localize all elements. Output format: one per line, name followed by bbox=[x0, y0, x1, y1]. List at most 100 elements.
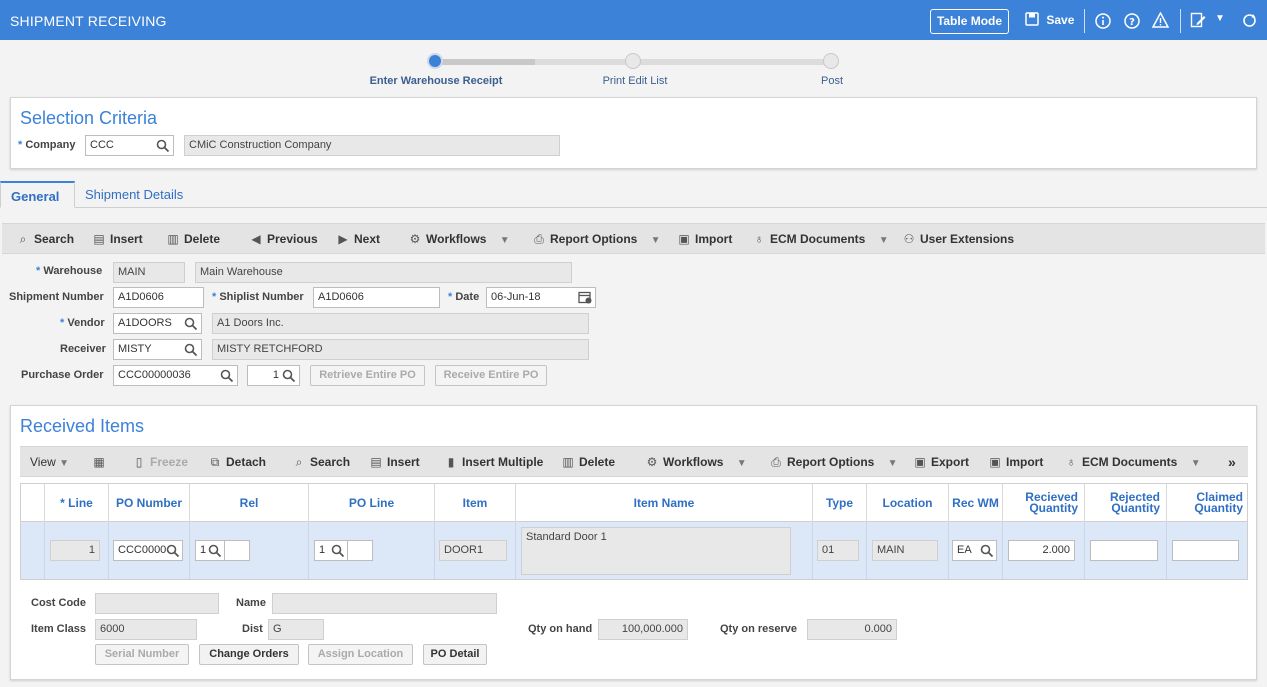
step-dot-3[interactable] bbox=[823, 53, 839, 69]
delete-button[interactable]: ▥ Delete bbox=[166, 224, 220, 254]
purchase-order-field[interactable]: CCC00000036 bbox=[113, 365, 238, 386]
chevron-down-icon[interactable]: ▼ bbox=[888, 458, 898, 469]
vendor-name-field: A1 Doors Inc. bbox=[212, 313, 589, 334]
freeze-button[interactable]: ▯ Freeze bbox=[132, 447, 188, 477]
report-options-button[interactable]: ⎙ Report Options ▼ bbox=[532, 224, 661, 254]
change-orders-button[interactable]: Change Orders bbox=[199, 644, 299, 665]
received-quantity-field[interactable]: 2.000 bbox=[1008, 540, 1075, 561]
chevron-down-icon[interactable]: ▼ bbox=[651, 235, 661, 246]
overflow-chevron-icon[interactable]: » bbox=[1228, 447, 1236, 477]
export-button[interactable]: ▣ Export bbox=[913, 447, 969, 477]
row-selector[interactable] bbox=[21, 522, 45, 579]
cell-item: DOOR1 bbox=[435, 522, 516, 579]
step-dot-1[interactable] bbox=[427, 53, 443, 69]
save-button[interactable]: Save bbox=[1025, 12, 1074, 27]
col-po-number[interactable]: PO Number bbox=[109, 484, 190, 522]
search-icon[interactable] bbox=[166, 544, 180, 558]
step-label-post[interactable]: Post bbox=[800, 75, 864, 87]
chevron-down-icon[interactable]: ▼ bbox=[500, 235, 510, 246]
save-icon bbox=[1025, 12, 1039, 26]
shipment-number-field[interactable]: A1D0606 bbox=[113, 287, 204, 308]
col-type[interactable]: Type bbox=[813, 484, 867, 522]
tab-general[interactable]: General bbox=[0, 181, 75, 208]
refresh-icon[interactable] bbox=[1242, 13, 1257, 28]
col-po-line[interactable]: PO Line bbox=[309, 484, 435, 522]
search-icon[interactable] bbox=[282, 369, 296, 383]
chevron-down-icon[interactable]: ▼ bbox=[1191, 458, 1201, 469]
col-rejected-quantity[interactable]: Rejected Quantity bbox=[1085, 484, 1167, 522]
search-icon[interactable] bbox=[184, 317, 198, 331]
step-dot-2[interactable] bbox=[625, 53, 641, 69]
type-field: 01 bbox=[817, 540, 859, 561]
step-label-print-edit-list[interactable]: Print Edit List bbox=[575, 75, 695, 87]
delete-button[interactable]: ▥ Delete bbox=[561, 447, 615, 477]
table-row[interactable]: 1 CCC0000 1 1 DOOR1 Standard Door 1 01 M… bbox=[20, 522, 1248, 580]
search-icon[interactable] bbox=[208, 544, 222, 558]
cost-code-field bbox=[95, 593, 219, 614]
company-field[interactable]: CCC bbox=[85, 135, 174, 156]
col-item[interactable]: Item bbox=[435, 484, 516, 522]
receiver-field[interactable]: MISTY bbox=[113, 339, 202, 360]
po-number-field[interactable]: CCC0000 bbox=[113, 540, 183, 561]
insert-button[interactable]: ▤ Insert bbox=[92, 224, 142, 254]
ecm-documents-button[interactable]: ♁ ECM Documents ▼ bbox=[752, 224, 889, 254]
search-icon[interactable] bbox=[156, 139, 170, 153]
search-button[interactable]: ⌕ Search bbox=[292, 447, 350, 477]
workflows-button[interactable]: ⚙ Workflows ▼ bbox=[645, 447, 747, 477]
item-class-label: Item Class bbox=[31, 623, 87, 635]
chevron-down-icon[interactable]: ▼ bbox=[1215, 13, 1225, 24]
search-icon[interactable] bbox=[980, 544, 994, 558]
import-button[interactable]: ▣ Import bbox=[988, 447, 1043, 477]
warning-icon[interactable] bbox=[1152, 12, 1169, 28]
ecm-documents-button[interactable]: ♁ ECM Documents ▼ bbox=[1064, 447, 1201, 477]
col-location[interactable]: Location bbox=[867, 484, 949, 522]
rel-field[interactable]: 1 bbox=[195, 540, 250, 561]
chevron-down-icon[interactable]: ▼ bbox=[737, 458, 747, 469]
view-menu[interactable]: View ▼ bbox=[30, 447, 69, 477]
rec-wm-field[interactable]: EA bbox=[952, 540, 997, 561]
detach-button[interactable]: ⧉ Detach bbox=[208, 447, 266, 477]
chevron-down-icon[interactable]: ▼ bbox=[879, 235, 889, 246]
receive-entire-po-button[interactable]: Receive Entire PO bbox=[435, 365, 547, 386]
table-mode-button[interactable]: Table Mode bbox=[930, 9, 1009, 34]
next-button[interactable]: ▶ Next bbox=[336, 224, 380, 254]
col-claimed-quantity[interactable]: Claimed Quantity bbox=[1167, 484, 1249, 522]
help-icon[interactable]: ? bbox=[1124, 13, 1140, 29]
insert-button[interactable]: ▤ Insert bbox=[369, 447, 419, 477]
info-icon[interactable] bbox=[1095, 13, 1111, 29]
import-button[interactable]: ▣ Import bbox=[677, 224, 732, 254]
search-button[interactable]: ⌕ Search bbox=[16, 224, 74, 254]
assign-location-button[interactable]: Assign Location bbox=[308, 644, 413, 665]
search-icon[interactable] bbox=[331, 544, 345, 558]
po-line-field[interactable]: 1 bbox=[314, 540, 373, 561]
col-rel[interactable]: Rel bbox=[190, 484, 309, 522]
serial-number-button[interactable]: Serial Number bbox=[95, 644, 189, 665]
po-release-field[interactable]: 1 bbox=[247, 365, 300, 386]
retrieve-entire-po-button[interactable]: Retrieve Entire PO bbox=[310, 365, 425, 386]
claimed-quantity-field[interactable] bbox=[1172, 540, 1239, 561]
shiplist-number-field[interactable]: A1D0606 bbox=[313, 287, 440, 308]
grid-settings-icon[interactable]: ▦ bbox=[92, 447, 110, 477]
previous-button[interactable]: ◀ Previous bbox=[249, 224, 317, 254]
search-icon[interactable] bbox=[220, 369, 234, 383]
calendar-icon[interactable] bbox=[578, 290, 592, 304]
chevron-down-icon[interactable]: ▼ bbox=[59, 458, 69, 469]
col-received-quantity[interactable]: Recieved Quantity bbox=[1003, 484, 1085, 522]
insert-multiple-button[interactable]: ▮ Insert Multiple bbox=[444, 447, 544, 477]
col-line[interactable]: * Line bbox=[45, 484, 109, 522]
search-icon[interactable] bbox=[184, 343, 198, 357]
report-options-button[interactable]: ⎙ Report Options ▼ bbox=[769, 447, 898, 477]
step-label-enter-receipt[interactable]: Enter Warehouse Receipt bbox=[356, 75, 516, 87]
qty-on-reserve-label: Qty on reserve bbox=[720, 623, 798, 635]
edit-note-icon[interactable] bbox=[1190, 12, 1206, 28]
qty-on-hand-label: Qty on hand bbox=[528, 623, 593, 635]
rejected-quantity-field[interactable] bbox=[1090, 540, 1158, 561]
col-item-name[interactable]: Item Name bbox=[516, 484, 813, 522]
user-extensions-button[interactable]: ⚇ User Extensions bbox=[902, 224, 1014, 254]
vendor-field[interactable]: A1DOORS bbox=[113, 313, 202, 334]
workflows-button[interactable]: ⚙ Workflows ▼ bbox=[408, 224, 510, 254]
po-detail-button[interactable]: PO Detail bbox=[423, 644, 487, 665]
tab-shipment-details[interactable]: Shipment Details bbox=[75, 181, 193, 208]
col-rec-wm[interactable]: Rec WM bbox=[949, 484, 1003, 522]
date-field[interactable]: 06-Jun-18 bbox=[486, 287, 596, 308]
